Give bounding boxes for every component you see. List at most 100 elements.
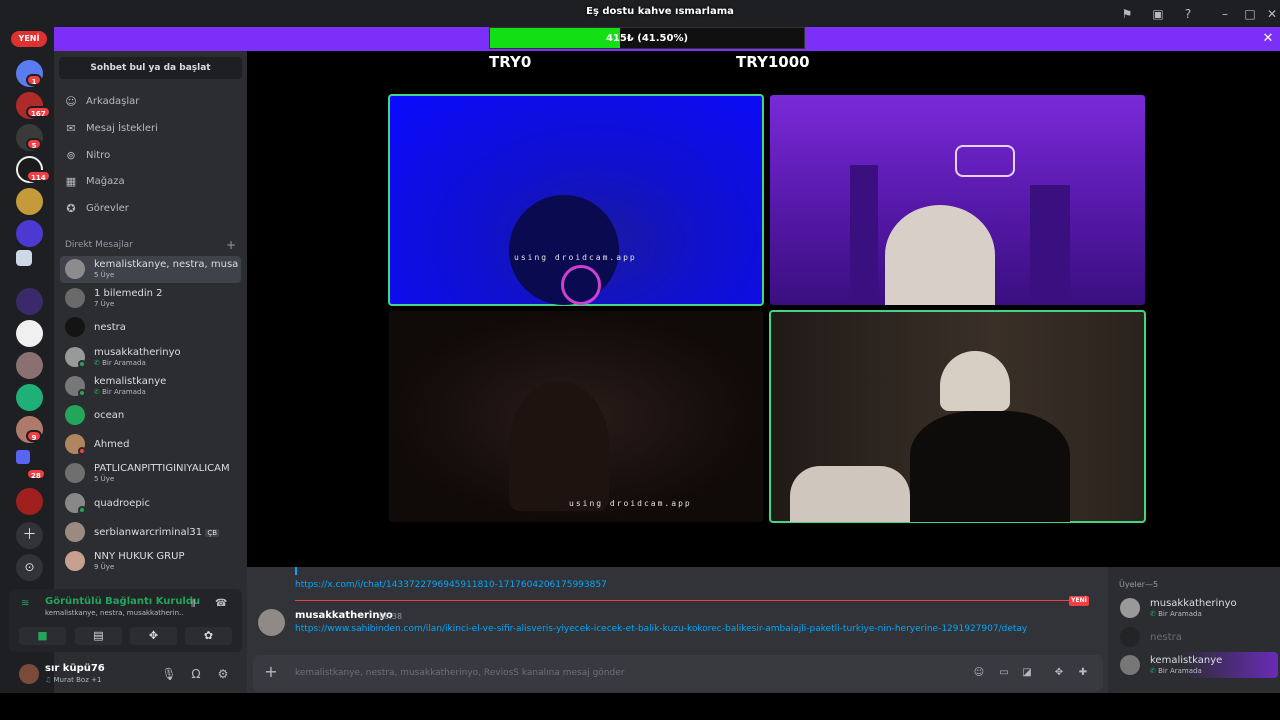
member-sub: ✆ Bir Aramada: [1150, 667, 1202, 675]
noise-suppression-icon[interactable]: ⦀: [191, 599, 195, 610]
message-link[interactable]: https://x.com/i/chat/1433722796945911810…: [295, 580, 607, 590]
server-icon[interactable]: [16, 320, 43, 347]
nav-label: Arkadaşlar: [86, 96, 140, 107]
video-tile[interactable]: using droidcam.app: [389, 311, 763, 522]
donation-progress-bar: 415₺ (41.50%): [489, 27, 805, 49]
blanket: [790, 466, 910, 522]
dm-item[interactable]: kemalistkanye, nestra, musa... 5 Üye: [60, 256, 241, 283]
nav-message-requests[interactable]: ✉ Mesaj İstekleri: [60, 118, 241, 140]
nav-friends[interactable]: ☺ Arkadaşlar: [60, 91, 241, 113]
server-icon[interactable]: [16, 450, 30, 464]
new-messages-tag: YENİ: [1069, 596, 1089, 606]
close-icon[interactable]: ✕: [1260, 31, 1276, 47]
dnd-status: [78, 447, 86, 455]
signal-icon: ≋: [21, 598, 30, 609]
dm-name: NNY HUKUK GRUP: [94, 551, 185, 562]
avatar: [1120, 598, 1140, 618]
dm-item[interactable]: serbianwarcriminal31 ÇB: [60, 519, 241, 546]
video-tile[interactable]: using droidcam.app: [388, 94, 764, 306]
server-icon[interactable]: [16, 250, 32, 266]
background-building: [1030, 185, 1070, 305]
background-building: [850, 165, 878, 305]
nav-nitro[interactable]: ⊚ Nitro: [60, 145, 241, 167]
message-input[interactable]: kemalistkanye, nestra, musakkatherinyo, …: [295, 668, 624, 678]
video-tile[interactable]: [769, 310, 1146, 523]
disconnect-icon[interactable]: ☎: [215, 598, 227, 609]
dm-item[interactable]: nestra: [60, 314, 241, 341]
dm-name: quadroepic: [94, 498, 150, 509]
camera-button[interactable]: ■: [19, 627, 66, 645]
new-pill[interactable]: YENİ: [11, 31, 47, 47]
avatar: [1120, 627, 1140, 647]
activities-button[interactable]: ✥: [130, 627, 177, 645]
nav-quests[interactable]: ✪ Görevler: [60, 198, 241, 220]
dm-item[interactable]: Ahmed: [60, 431, 241, 458]
voice-status: Görüntülü Bağlantı Kuruldu: [45, 596, 201, 607]
server-badge: 114: [26, 170, 51, 182]
dm-name: nestra: [94, 322, 126, 333]
dm-sub-text: Bir Aramada: [102, 388, 146, 396]
apps-icon[interactable]: ✥: [1052, 666, 1066, 680]
maximize-icon[interactable]: □: [1242, 6, 1258, 22]
sticker-icon[interactable]: ◪: [1020, 666, 1034, 680]
video-tile[interactable]: [770, 95, 1145, 305]
screen-share-icon: ▤: [93, 629, 104, 642]
create-dm-icon[interactable]: +: [226, 238, 236, 252]
neon-sign: [955, 145, 1015, 177]
headphones-icon[interactable]: Ω: [188, 666, 204, 682]
friends-icon: ☺: [65, 95, 77, 108]
dm-item[interactable]: ocean: [60, 402, 241, 429]
microphone-icon[interactable]: 🎙: [161, 666, 177, 682]
dm-item[interactable]: kemalistkanye ✆ Bir Aramada: [60, 373, 241, 400]
server-icon[interactable]: [16, 488, 43, 515]
member-item[interactable]: musakkatherinyo ✆ Bir Aramada: [1116, 595, 1278, 621]
server-icon[interactable]: [16, 288, 43, 315]
close-icon[interactable]: ✕: [1264, 6, 1280, 22]
attach-icon[interactable]: +: [263, 664, 279, 680]
emoji-icon[interactable]: ☺: [972, 666, 986, 680]
dm-name-text: serbianwarcriminal31: [94, 527, 203, 538]
server-icon[interactable]: [16, 188, 43, 215]
find-conversation-button[interactable]: Sohbet bul ya da başlat: [59, 57, 242, 79]
dm-name: 1 bilemedin 2: [94, 288, 163, 299]
dm-item[interactable]: 1 bilemedin 2 7 Üye: [60, 285, 241, 312]
member-sub-text: Bir Aramada: [1158, 610, 1202, 618]
avatar: [65, 288, 85, 308]
nav-label: Mesaj İstekleri: [86, 123, 158, 134]
avatar: [1120, 655, 1140, 675]
dm-name: serbianwarcriminal31 ÇB: [94, 527, 239, 538]
user-avatar[interactable]: [19, 664, 39, 684]
nav-label: Görevler: [86, 203, 129, 214]
dm-item[interactable]: NNY HUKUK GRUP 9 Üye: [60, 548, 241, 575]
explore-icon[interactable]: ⊙: [16, 554, 43, 581]
voice-participants: kemalistkanye, nestra, musakkatherin...: [45, 609, 183, 617]
dm-item[interactable]: quadroepic: [60, 490, 241, 517]
phone-icon: ✆: [94, 388, 103, 396]
screen-share-button[interactable]: ▤: [75, 627, 122, 645]
help-icon[interactable]: ?: [1180, 6, 1196, 22]
server-badge: 1: [26, 74, 42, 86]
member-header: Üyeler—5: [1119, 580, 1159, 589]
bottom-strip: [0, 693, 1280, 720]
dm-item[interactable]: PATLICANPITTIĞINIYALİCAM 5 Üye: [60, 460, 241, 487]
gif-icon[interactable]: ▭: [997, 666, 1011, 680]
gift-icon[interactable]: ✚: [1076, 666, 1090, 680]
server-icon[interactable]: [16, 384, 43, 411]
minimize-icon[interactable]: –: [1217, 6, 1233, 22]
phone-icon: ✆: [1150, 667, 1159, 675]
server-icon[interactable]: [16, 220, 43, 247]
message-avatar[interactable]: [258, 609, 285, 636]
dm-item[interactable]: musakkatherinyo ✆ Bir Aramada: [60, 344, 241, 371]
member-item[interactable]: nestra: [1116, 624, 1278, 650]
settings-icon[interactable]: ⚙: [215, 666, 231, 682]
screen-share-icon[interactable]: ▣: [1150, 6, 1166, 22]
inbox-icon[interactable]: ⚑: [1119, 6, 1135, 22]
soundboard-button[interactable]: ✿: [185, 627, 232, 645]
progress-text: 415₺ (41.50%): [605, 33, 689, 44]
server-icon[interactable]: [16, 352, 43, 379]
nav-shop[interactable]: ▦ Mağaza: [60, 171, 241, 193]
message-link[interactable]: https://www.sahibinden.com/ilan/ikinci-e…: [295, 624, 1027, 634]
add-server-icon[interactable]: ＋: [16, 522, 43, 549]
member-item[interactable]: kemalistkanye ✆ Bir Aramada: [1116, 652, 1278, 678]
avatar: [65, 317, 85, 337]
